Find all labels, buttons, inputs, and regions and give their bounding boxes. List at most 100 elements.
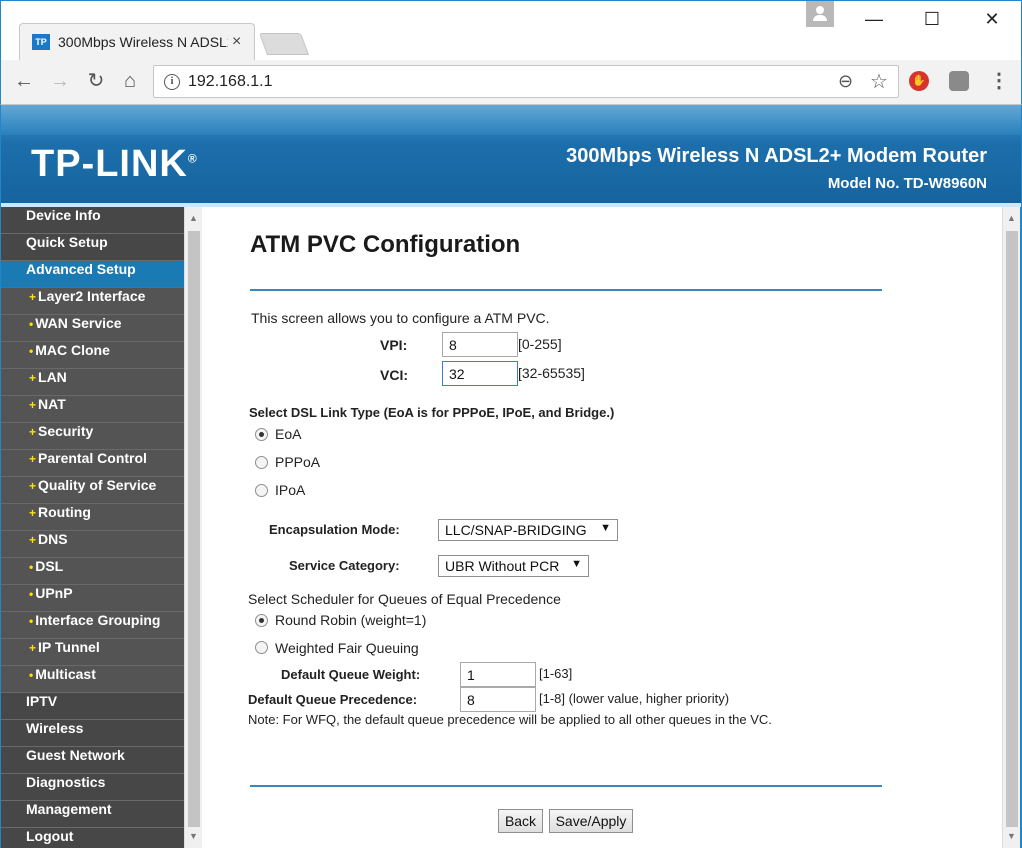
main-scrollbar[interactable]: ▲ ▼ <box>1002 207 1020 848</box>
eoa-radio[interactable] <box>255 428 268 441</box>
sidebar-item-logout[interactable]: Logout <box>1 828 184 848</box>
eoa-label: EoA <box>275 426 302 442</box>
sidebar-item-management[interactable]: Management <box>1 801 184 828</box>
sidebar-item-dns[interactable]: + DNS <box>1 531 184 558</box>
bullet-icon: + <box>29 641 37 655</box>
browser-titlebar: TP 300Mbps Wireless N ADSL2+ × — ☐ ✕ <box>0 0 1022 61</box>
intro-text: This screen allows you to configure a AT… <box>251 310 550 326</box>
queue-precedence-range: [1-8] (lower value, higher priority) <box>539 691 730 706</box>
new-tab-button[interactable] <box>258 33 310 55</box>
sidebar-item-mac-clone[interactable]: • MAC Clone <box>1 342 184 369</box>
browser-toolbar: ← → ↻ ⌂ i 192.168.1.1 ⊖ ☆ ✋ ⋮ <box>0 60 1022 105</box>
vci-label: VCI: <box>380 367 408 383</box>
sidebar-scrollbar[interactable]: ▲ ▼ <box>184 207 202 848</box>
forward-icon[interactable]: → <box>47 68 73 94</box>
sidebar-item-layer2-interface[interactable]: + Layer2 Interface <box>1 288 184 315</box>
sidebar-item-device-info[interactable]: Device Info <box>1 207 184 234</box>
scheduler-label: Select Scheduler for Queues of Equal Pre… <box>248 591 561 607</box>
sidebar-item-ip-tunnel[interactable]: + IP Tunnel <box>1 639 184 666</box>
dropdown-arrow-icon: ▼ <box>600 522 611 534</box>
encapsulation-select[interactable]: LLC/SNAP-BRIDGING ▼ <box>438 519 618 541</box>
sidebar-item-label: Multicast <box>35 666 96 682</box>
link-type-label: Select DSL Link Type (EoA is for PPPoE, … <box>249 405 615 420</box>
logo-registered-mark: ® <box>187 151 198 166</box>
vpi-range: [0-255] <box>518 336 562 352</box>
bullet-icon: • <box>29 344 34 358</box>
sidebar-item-label: DNS <box>38 531 68 547</box>
sidebar-item-security[interactable]: + Security <box>1 423 184 450</box>
sidebar-item-parental-control[interactable]: + Parental Control <box>1 450 184 477</box>
url-text[interactable]: 192.168.1.1 <box>188 73 273 91</box>
back-button[interactable]: Back <box>498 809 543 833</box>
title-divider <box>250 289 882 291</box>
star-icon[interactable]: ☆ <box>870 69 888 94</box>
sidebar-item-upnp[interactable]: • UPnP <box>1 585 184 612</box>
zoom-icon[interactable]: ⊖ <box>838 71 853 92</box>
tab-title: 300Mbps Wireless N ADSL2+ <box>58 34 228 50</box>
service-category-select[interactable]: UBR Without PCR ▼ <box>438 555 589 577</box>
scroll-up-icon[interactable]: ▲ <box>1007 213 1016 223</box>
queue-precedence-input[interactable] <box>460 687 536 712</box>
sidebar-item-routing[interactable]: + Routing <box>1 504 184 531</box>
menu-icon[interactable]: ⋮ <box>989 68 1009 93</box>
sidebar-scroll-thumb[interactable] <box>188 231 200 827</box>
close-window-button[interactable]: ✕ <box>969 5 1015 33</box>
encapsulation-value: LLC/SNAP-BRIDGING <box>445 522 587 538</box>
scroll-down-icon[interactable]: ▼ <box>189 831 198 841</box>
bullet-icon: • <box>29 560 34 574</box>
wfq-note: Note: For WFQ, the default queue precede… <box>248 712 772 727</box>
sidebar-item-interface-grouping[interactable]: • Interface Grouping <box>1 612 184 639</box>
sidebar-item-wireless[interactable]: Wireless <box>1 720 184 747</box>
sidebar-item-lan[interactable]: + LAN <box>1 369 184 396</box>
sidebar-nav: Device Info Quick Setup Advanced Setup + Lay… <box>0 207 184 848</box>
save-apply-button[interactable]: Save/Apply <box>549 809 633 833</box>
bullet-icon: • <box>29 317 34 331</box>
vci-range: [32-65535] <box>518 365 585 381</box>
adblock-icon[interactable]: ✋ <box>909 71 929 91</box>
sidebar-item-advanced-setup[interactable]: Advanced Setup <box>1 261 184 288</box>
tp-link-logo: TP-LINK® <box>31 143 198 186</box>
maximize-button[interactable]: ☐ <box>909 5 955 33</box>
ipoa-radio[interactable] <box>255 484 268 497</box>
bullet-icon: + <box>29 506 37 520</box>
bullet-icon: + <box>29 533 37 547</box>
round-robin-radio[interactable] <box>255 614 268 627</box>
sidebar-item-label: Diagnostics <box>26 774 106 790</box>
browser-tab[interactable]: TP 300Mbps Wireless N ADSL2+ × <box>19 23 255 61</box>
page-title: ATM PVC Configuration <box>250 231 521 258</box>
vpi-label: VPI: <box>380 337 408 353</box>
home-icon[interactable]: ⌂ <box>117 68 143 94</box>
extension-icon[interactable] <box>949 71 969 91</box>
profile-icon[interactable] <box>806 1 834 27</box>
queue-weight-label: Default Queue Weight: <box>281 667 421 682</box>
wfq-radio[interactable] <box>255 641 268 654</box>
sidebar-item-diagnostics[interactable]: Diagnostics <box>1 774 184 801</box>
sidebar-item-quick-setup[interactable]: Quick Setup <box>1 234 184 261</box>
vci-input[interactable] <box>442 361 518 386</box>
info-icon[interactable]: i <box>164 74 180 90</box>
reload-icon[interactable]: ↻ <box>83 68 109 94</box>
tab-close-icon[interactable]: × <box>232 33 241 51</box>
pppoa-radio[interactable] <box>255 456 268 469</box>
address-bar[interactable]: i 192.168.1.1 ⊖ ☆ <box>153 65 899 98</box>
minimize-button[interactable]: — <box>851 5 897 33</box>
sidebar-item-guest-network[interactable]: Guest Network <box>1 747 184 774</box>
main-scroll-thumb[interactable] <box>1006 231 1018 827</box>
vpi-input[interactable] <box>442 332 518 357</box>
queue-weight-input[interactable] <box>460 662 536 687</box>
sidebar-item-quality-of-service[interactable]: + Quality of Service <box>1 477 184 504</box>
sidebar-item-label: NAT <box>38 396 66 412</box>
sidebar-item-dsl[interactable]: • DSL <box>1 558 184 585</box>
sidebar-item-label: Layer2 Interface <box>38 288 146 304</box>
sidebar-item-label: Quick Setup <box>26 234 108 250</box>
scroll-down-icon[interactable]: ▼ <box>1007 831 1016 841</box>
sidebar-item-nat[interactable]: + NAT <box>1 396 184 423</box>
sidebar-item-label: Routing <box>38 504 91 520</box>
sidebar-item-wan-service[interactable]: • WAN Service <box>1 315 184 342</box>
sidebar-item-label: Device Info <box>26 207 101 223</box>
sidebar-item-multicast[interactable]: • Multicast <box>1 666 184 693</box>
scroll-up-icon[interactable]: ▲ <box>189 213 198 223</box>
sidebar-item-iptv[interactable]: IPTV <box>1 693 184 720</box>
back-icon[interactable]: ← <box>11 68 37 94</box>
logo-text: TP-LINK <box>31 143 188 185</box>
